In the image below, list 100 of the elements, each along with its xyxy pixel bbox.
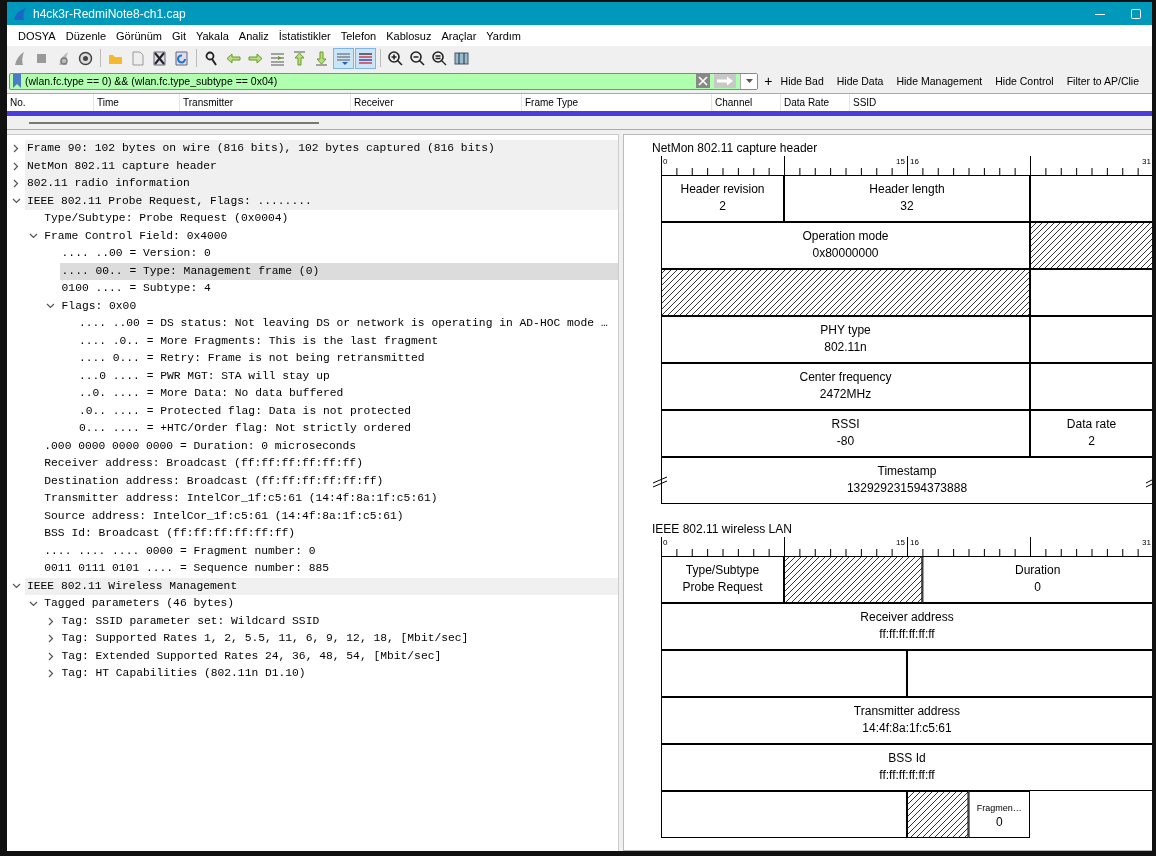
- menu-item[interactable]: İstatistikler: [273, 29, 336, 42]
- menu-item[interactable]: Analiz: [233, 29, 274, 42]
- tree-item[interactable]: ...0 .... = PWR MGT: STA will stay up: [76, 367, 618, 385]
- down-arrow-icon: [313, 49, 330, 67]
- tree-item[interactable]: Tag: HT Capabilities (802.11n D1.10): [59, 665, 618, 683]
- chevron-right-icon[interactable]: [47, 634, 54, 644]
- chevron-right-icon[interactable]: [47, 616, 54, 626]
- tree-item[interactable]: .... .... .... 0000 = Fragment number: 0: [42, 542, 618, 560]
- tree-item[interactable]: ..0. .... = More Data: No data buffered: [76, 385, 618, 403]
- protocol-field[interactable]: Header revision 2: [661, 175, 784, 222]
- file-refresh-icon: [173, 49, 190, 67]
- tree-item[interactable]: Destination address: Broadcast (ff:ff:ff:ff:ff:ff): [42, 472, 618, 490]
- protocol-field[interactable]: PHY type 802.11n: [661, 316, 1030, 363]
- tree-item[interactable]: Frame 90: 102 bytes on wire (816 bits), 102 bytes captured (816 bits): [25, 140, 618, 158]
- chevron-right-icon[interactable]: [47, 651, 54, 661]
- protocol-field[interactable]: BSS Id ff:ff:ff:ff:ff:ff: [661, 744, 1152, 791]
- chevron-right-icon[interactable]: [13, 144, 19, 154]
- tree-item[interactable]: .0.. .... = Protected flag: Data is not protected: [76, 402, 618, 420]
- protocol-field[interactable]: Duration 0: [922, 556, 1152, 603]
- chevron-down-icon[interactable]: [28, 233, 38, 240]
- tree-item[interactable]: Tagged parameters (46 bytes): [42, 595, 618, 613]
- file-cross-icon: [151, 49, 168, 67]
- protocol-field[interactable]: Header length 32: [784, 175, 1030, 222]
- menu-item[interactable]: Araçlar: [436, 29, 482, 42]
- chevron-right-icon[interactable]: [13, 179, 19, 189]
- menu-item[interactable]: Yakala: [191, 29, 234, 42]
- chevron-right-icon[interactable]: [47, 669, 54, 679]
- add-filter-button[interactable]: +: [764, 73, 773, 89]
- filter-button[interactable]: Hide Data: [836, 75, 884, 87]
- protocol-field[interactable]: RSSI -80: [661, 410, 1030, 457]
- tree-item[interactable]: .... 0... = Retry: Frame is not being retransmitted: [76, 350, 618, 368]
- bit-ruler: 0 15 16 31: [660, 155, 1152, 176]
- tree-item[interactable]: 0... .... = +HTC/Order flag: Not strictly ordered: [76, 420, 618, 438]
- maximize-icon[interactable]: [1130, 7, 1142, 20]
- protocol-field[interactable]: Operation mode 0x80000000: [661, 222, 1030, 269]
- display-filter-field[interactable]: (wlan.fc.type == 0) && (wlan.fc.type_subtype == 0x04): [9, 72, 759, 90]
- protocol-field[interactable]: Receiver address ff:ff:ff:ff:ff:ff: [661, 603, 1152, 650]
- tree-item[interactable]: Tag: Extended Supported Rates 24, 36, 48, 54, [Mbit/sec]: [59, 647, 618, 665]
- shark-fin-icon: [13, 6, 27, 21]
- bit-ruler: 0 15 16 31: [660, 536, 1152, 557]
- clear-button[interactable]: [696, 74, 711, 88]
- chevron-down-icon[interactable]: [11, 583, 21, 590]
- zoom-out-icon: [409, 49, 426, 67]
- filter-button[interactable]: Filter to AP/Clie: [1066, 75, 1139, 87]
- bookmark-icon: [13, 74, 21, 88]
- circle-gear-icon: [77, 49, 94, 67]
- tree-item[interactable]: 0100 .... = Subtype: 4: [59, 280, 618, 298]
- tree-item[interactable]: Source address: IntelCor_1f:c5:61 (14:4f:8a:1f:c5:61): [42, 507, 618, 525]
- filter-button[interactable]: Hide Management: [896, 75, 983, 87]
- chevron-down-icon[interactable]: [28, 600, 38, 607]
- tree-item[interactable]: 0011 0111 0101 .... = Sequence number: 885: [42, 560, 618, 578]
- tree-item[interactable]: BSS Id: Broadcast (ff:ff:ff:ff:ff:ff): [42, 525, 618, 543]
- menu-item[interactable]: Kablosuz: [381, 29, 437, 42]
- column-header[interactable]: SSID: [850, 94, 1152, 111]
- protocol-field[interactable]: Center frequency 2472MHz: [661, 363, 1030, 410]
- close-icon: [698, 76, 709, 86]
- menu-item[interactable]: Düzenle: [60, 29, 112, 42]
- filter-button[interactable]: Hide Control: [995, 75, 1054, 87]
- window-title: h4ck3r-RedmiNote8-ch1.cap: [33, 6, 186, 21]
- tree-item[interactable]: Frame Control Field: 0x4000: [42, 227, 618, 245]
- tree-item[interactable]: Transmitter address: IntelCor_1f:c5:61 (14:4f:8a:1f:c5:61): [42, 490, 618, 508]
- menu-item[interactable]: Git: [166, 29, 191, 42]
- tree-item[interactable]: Flags: 0x00: [59, 297, 618, 315]
- chevron-right-icon[interactable]: [13, 161, 19, 171]
- tree-item[interactable]: .... ..00 = Version: 0: [59, 245, 618, 263]
- menu-item[interactable]: DOSYA: [13, 29, 61, 42]
- dropdown-button[interactable]: [740, 73, 758, 89]
- protocol-field[interactable]: Type/Subtype Probe Request: [661, 556, 784, 603]
- scrollbar-thumb[interactable]: [29, 121, 319, 124]
- diagram-title: NetMon 802.11 capture header: [652, 141, 818, 155]
- hatched-region: [907, 791, 969, 838]
- menu-item[interactable]: Yardım: [481, 29, 526, 42]
- tree-item[interactable]: Receiver address: Broadcast (ff:ff:ff:ff:ff:ff): [42, 455, 618, 473]
- tree-item[interactable]: .... .0.. = More Fragments: This is the last fragment: [76, 332, 618, 350]
- caret-icon: [745, 79, 753, 83]
- tree-item[interactable]: .... ..00 = DS status: Not leaving DS or network is operating in AD-HOC mode …: [76, 315, 618, 333]
- search-icon: [203, 49, 220, 67]
- tree-item[interactable]: .000 0000 0000 0000 = Duration: 0 microseconds: [42, 437, 618, 455]
- tree-item[interactable]: 802.11 radio information: [25, 175, 618, 193]
- break-mark-icon: [652, 476, 668, 488]
- tree-item[interactable]: Tag: Supported Rates 1, 2, 5.5, 11, 6, 9, 12, 18, [Mbit/sec]: [59, 630, 618, 648]
- tree-item[interactable]: Tag: SSID parameter set: Wildcard SSID: [59, 612, 618, 630]
- menu-item[interactable]: Görünüm: [111, 29, 167, 42]
- protocol-field[interactable]: Transmitter address 14:4f:8a:1f:c5:61: [661, 697, 1152, 744]
- chevron-down-icon[interactable]: [46, 303, 56, 310]
- protocol-field[interactable]: Fragmen… 0: [968, 791, 1030, 838]
- tree-item[interactable]: .... 00.. = Type: Management frame (0): [59, 262, 618, 280]
- resize-columns-icon: [453, 49, 470, 67]
- tree-item[interactable]: IEEE 802.11 Wireless Management: [25, 577, 618, 595]
- colored-lines-button[interactable]: [355, 47, 376, 69]
- filter-button[interactable]: Hide Bad: [780, 75, 824, 87]
- protocol-field[interactable]: Data rate 2: [1030, 410, 1152, 457]
- break-mark-icon: [1145, 478, 1152, 488]
- zoom-in-icon: [387, 49, 404, 67]
- chevron-down-icon[interactable]: [11, 198, 21, 205]
- up-arrow-icon: [291, 49, 308, 67]
- tree-item[interactable]: Type/Subtype: Probe Request (0x0004): [42, 210, 618, 228]
- menu-item[interactable]: Telefon: [335, 29, 382, 42]
- protocol-field[interactable]: Timestamp 132929231594373888: [661, 457, 1152, 504]
- diagram-title: IEEE 802.11 wireless LAN: [652, 522, 792, 536]
